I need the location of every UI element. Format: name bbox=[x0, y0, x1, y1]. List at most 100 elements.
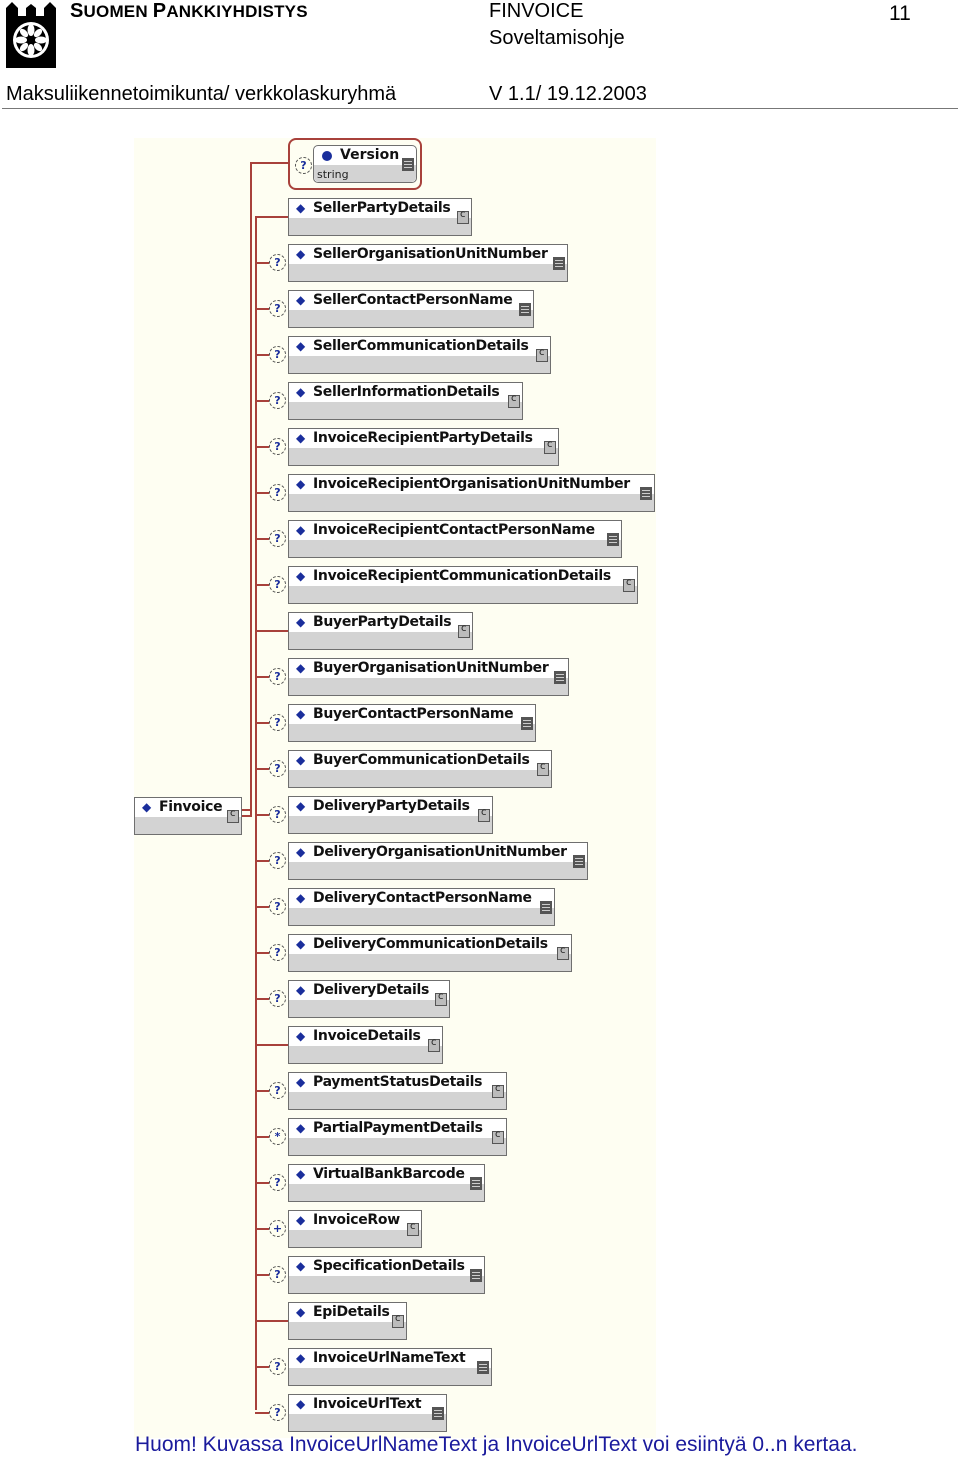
element-node[interactable]: ◆ PaymentStatusDetails bbox=[288, 1072, 507, 1110]
element-bullet-icon: ◆ bbox=[296, 523, 306, 537]
element-connector bbox=[255, 1044, 288, 1046]
element-node[interactable]: ◆ SellerPartyDetails bbox=[288, 198, 472, 236]
element-bullet-icon: ◆ bbox=[296, 891, 306, 905]
organization-name: SUOMEN PANKKIYHDISTYS bbox=[70, 0, 308, 22]
element-node-footer bbox=[289, 816, 492, 833]
element-label: SellerCommunicationDetails bbox=[313, 338, 529, 354]
element-node-footer bbox=[289, 1138, 506, 1155]
element-node[interactable]: ◆ InvoiceRecipientOrganisationUnitNumber bbox=[288, 474, 655, 512]
element-label: BuyerPartyDetails bbox=[313, 614, 452, 630]
element-label: InvoiceDetails bbox=[313, 1028, 421, 1044]
element-bullet-icon: ◆ bbox=[296, 1397, 306, 1411]
element-connector bbox=[255, 768, 269, 770]
element-connector bbox=[255, 1136, 269, 1138]
element-node[interactable]: ◆ InvoiceUrlNameText bbox=[288, 1348, 492, 1386]
optional-occurrence-icon: ? bbox=[269, 346, 286, 363]
element-bullet-icon: ◆ bbox=[296, 1121, 306, 1135]
element-node[interactable]: ◆ EpiDetails bbox=[288, 1302, 407, 1340]
element-connector bbox=[255, 722, 269, 724]
simple-type-icon bbox=[470, 1177, 482, 1190]
element-node[interactable]: ◆ DeliveryContactPersonName bbox=[288, 888, 555, 926]
document-title: FINVOICE bbox=[489, 0, 584, 22]
element-node[interactable]: ◆ InvoiceRecipientPartyDetails bbox=[288, 428, 559, 466]
element-label: InvoiceRecipientCommunicationDetails bbox=[313, 568, 611, 584]
element-node[interactable]: ◆ SellerOrganisationUnitNumber bbox=[288, 244, 568, 282]
document-version: V 1.1/ 19.12.2003 bbox=[489, 83, 647, 105]
root-element-label: Finvoice bbox=[159, 799, 223, 815]
element-node[interactable]: ◆ InvoiceUrlText bbox=[288, 1394, 447, 1432]
element-node[interactable]: ◆ SellerCommunicationDetails bbox=[288, 336, 551, 374]
element-label: BuyerCommunicationDetails bbox=[313, 752, 530, 768]
element-label: InvoiceRecipientOrganisationUnitNumber bbox=[313, 476, 630, 492]
element-node[interactable]: ◆ DeliveryOrganisationUnitNumber bbox=[288, 842, 588, 880]
element-node[interactable]: ◆ DeliveryCommunicationDetails bbox=[288, 934, 572, 972]
figure-caption: Huom! Kuvassa InvoiceUrlNameText ja Invo… bbox=[135, 1433, 858, 1456]
element-node[interactable]: ◆ BuyerContactPersonName bbox=[288, 704, 536, 742]
element-node[interactable]: ◆ InvoiceRecipientCommunicationDetails bbox=[288, 566, 638, 604]
element-connector bbox=[255, 906, 269, 908]
element-bullet-icon: ◆ bbox=[296, 339, 306, 353]
root-element-node[interactable]: ◆ Finvoice bbox=[134, 797, 242, 835]
element-label: BuyerOrganisationUnitNumber bbox=[313, 660, 549, 676]
optional-occurrence-icon: ? bbox=[295, 157, 312, 174]
element-bullet-icon: ◆ bbox=[296, 845, 306, 859]
element-bullet-icon: ◆ bbox=[296, 1351, 306, 1365]
element-node[interactable]: ◆ InvoiceDetails bbox=[288, 1026, 443, 1064]
attribute-label: Version bbox=[340, 147, 400, 163]
element-node-footer bbox=[289, 954, 571, 971]
element-bullet-icon: ◆ bbox=[296, 201, 306, 215]
element-node-footer bbox=[289, 540, 621, 557]
element-node[interactable]: ◆ BuyerOrganisationUnitNumber bbox=[288, 658, 569, 696]
element-connector bbox=[255, 1274, 269, 1276]
element-node[interactable]: ◆ DeliveryDetails bbox=[288, 980, 450, 1018]
optional-occurrence-icon: ? bbox=[269, 1266, 286, 1283]
complex-type-icon bbox=[478, 807, 490, 822]
element-node[interactable]: ◆ InvoiceRecipientContactPersonName bbox=[288, 520, 622, 558]
element-node-footer bbox=[289, 1046, 442, 1063]
element-bullet-icon: ◆ bbox=[296, 615, 306, 629]
element-node[interactable]: ◆ SpecificationDetails bbox=[288, 1256, 485, 1294]
element-node[interactable]: ◆ SellerContactPersonName bbox=[288, 290, 534, 328]
element-label: PartialPaymentDetails bbox=[313, 1120, 483, 1136]
element-label: InvoiceUrlNameText bbox=[313, 1350, 466, 1366]
element-node[interactable]: ◆ VirtualBankBarcode bbox=[288, 1164, 485, 1202]
attributes-group: ? Version string bbox=[288, 138, 422, 190]
element-node[interactable]: ◆ BuyerCommunicationDetails bbox=[288, 750, 552, 788]
element-label: PaymentStatusDetails bbox=[313, 1074, 483, 1090]
element-connector bbox=[255, 400, 269, 402]
element-node-footer bbox=[289, 1092, 506, 1109]
simple-type-icon bbox=[640, 487, 652, 500]
element-node-footer bbox=[289, 264, 567, 281]
element-bullet-icon: ◆ bbox=[296, 707, 306, 721]
document-subtitle: Soveltamisohje bbox=[489, 27, 625, 49]
complex-type-icon bbox=[392, 1313, 404, 1328]
element-node-footer bbox=[289, 1322, 406, 1339]
element-bullet-icon: ◆ bbox=[296, 983, 306, 997]
complex-type-icon bbox=[407, 1221, 419, 1236]
element-label: DeliveryCommunicationDetails bbox=[313, 936, 548, 952]
element-node[interactable]: ◆ InvoiceRow bbox=[288, 1210, 422, 1248]
element-node-footer bbox=[289, 1368, 491, 1385]
element-label: InvoiceRecipientPartyDetails bbox=[313, 430, 533, 446]
simple-type-icon bbox=[553, 257, 565, 270]
element-connector bbox=[255, 216, 288, 218]
optional-occurrence-icon: ? bbox=[269, 668, 286, 685]
element-connector bbox=[255, 998, 269, 1000]
element-node[interactable]: ◆ DeliveryPartyDetails bbox=[288, 796, 493, 834]
element-node[interactable]: ◆ BuyerPartyDetails bbox=[288, 612, 473, 650]
element-bullet-icon: ◆ bbox=[296, 1029, 306, 1043]
complex-type-icon bbox=[457, 209, 469, 224]
complex-type-icon bbox=[544, 439, 556, 454]
optional-occurrence-icon: ? bbox=[269, 392, 286, 409]
one-or-more-occurrence-icon: + bbox=[269, 1220, 286, 1237]
header-divider bbox=[2, 108, 958, 109]
simple-type-icon bbox=[573, 855, 585, 868]
element-connector bbox=[255, 492, 269, 494]
element-bullet-icon: ◆ bbox=[296, 799, 306, 813]
element-node[interactable]: ◆ SellerInformationDetails bbox=[288, 382, 523, 420]
simple-type-icon bbox=[402, 158, 414, 171]
complex-type-icon bbox=[537, 761, 549, 776]
element-node[interactable]: ◆ PartialPaymentDetails bbox=[288, 1118, 507, 1156]
attribute-node-version[interactable]: Version string bbox=[313, 145, 417, 183]
optional-occurrence-icon: ? bbox=[269, 990, 286, 1007]
